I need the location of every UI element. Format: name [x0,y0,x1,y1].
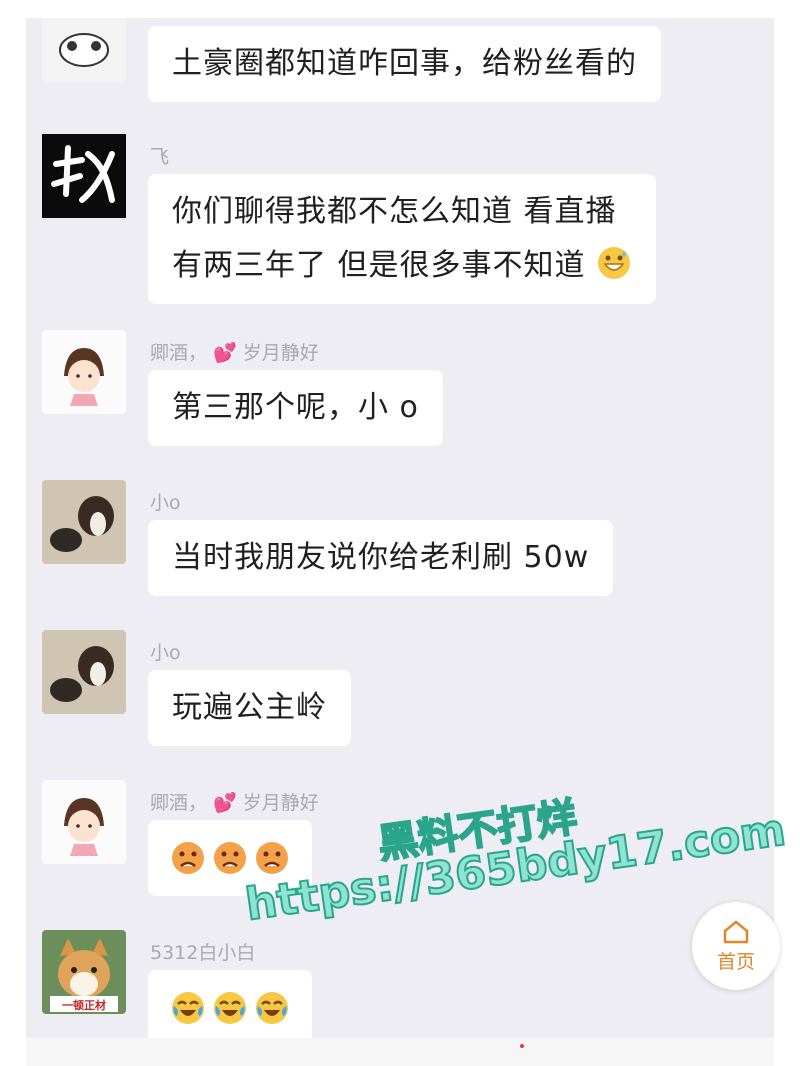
cartoon-girl-avatar[interactable] [42,780,126,864]
emoji-row [170,981,290,1035]
crying-laughing-emoji [214,992,246,1024]
crying-laughing-emoji [172,992,204,1024]
message-bubble[interactable]: 当时我朋友说你给老利刷 50w [148,520,614,596]
bottom-toolbar [26,1038,774,1066]
heart-icon: 💕 [213,792,237,814]
shiba-avatar[interactable]: 一顿正材 [42,930,126,1014]
sender-name: 卿酒， 💕 岁月静好 [150,792,319,814]
grinning-sweat-emoji [598,247,631,279]
message-bubble[interactable] [148,970,312,1046]
home-label: 首页 [716,950,755,973]
sender-name: 小o [150,642,181,664]
frowning-emoji [256,842,288,874]
sender-name: 小o [150,492,181,514]
message-bubble[interactable]: 玩遍公主岭 [148,670,351,746]
dog-avatar[interactable] [42,630,126,714]
panda-avatar[interactable] [42,18,126,82]
cartoon-girl-avatar[interactable] [42,330,126,414]
message-bubble[interactable]: 第三那个呢，小 o [148,370,443,446]
sender-name: 5312白小白 [150,942,256,964]
frowning-emoji [214,842,246,874]
calligraphy-zhao-avatar[interactable] [42,134,126,218]
message-bubble[interactable]: 你们聊得我都不怎么知道 看直播 有两三年了 但是很多事不知道 [148,174,657,304]
crying-laughing-emoji [256,992,288,1024]
dog-avatar[interactable] [42,480,126,564]
sender-name: 卿酒， 💕 岁月静好 [150,342,319,364]
message-bubble[interactable]: 土豪圈都知道咋回事，给粉丝看的 [148,26,661,102]
red-dot-indicator [520,1044,524,1048]
heart-icon: 💕 [213,342,237,364]
avatar-caption: 一顿正材 [62,999,106,1012]
home-button[interactable]: 首页 [692,902,780,990]
sender-name: 飞 [150,146,170,168]
frowning-emoji [172,842,204,874]
home-icon [723,920,749,943]
